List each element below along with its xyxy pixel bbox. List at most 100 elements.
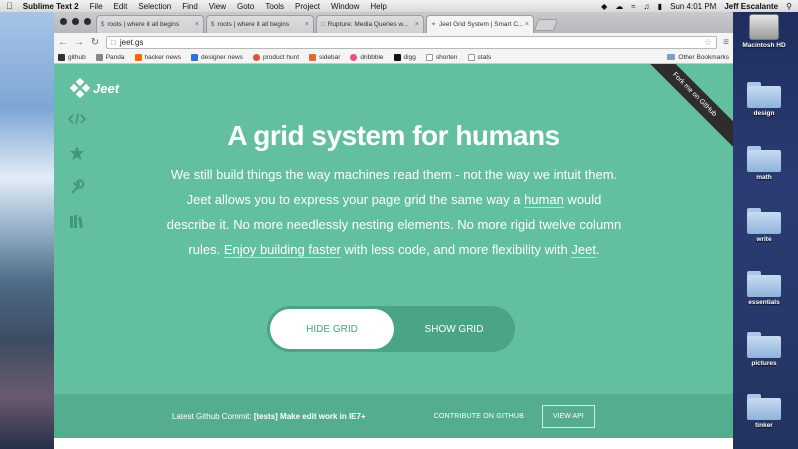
menu-help[interactable]: Help bbox=[370, 2, 386, 11]
menu-selection[interactable]: Selection bbox=[138, 2, 171, 11]
new-tab-button[interactable] bbox=[533, 19, 559, 31]
bookmark-sidebar[interactable]: sidebar bbox=[309, 53, 340, 61]
folder-icon bbox=[747, 146, 781, 172]
roots-favicon-icon: $ bbox=[211, 21, 215, 28]
forward-arrow-icon[interactable]: → bbox=[74, 37, 84, 48]
minimize-window-button[interactable] bbox=[72, 18, 79, 25]
panda-icon bbox=[95, 53, 103, 61]
desktop-icon-pictures[interactable]: pictures bbox=[730, 332, 798, 367]
folder-icon bbox=[747, 271, 781, 297]
bookmark-hacker-news[interactable]: hacker news bbox=[134, 53, 181, 61]
latest-commit: Latest Github Commit: [tests] Make edit … bbox=[172, 412, 366, 421]
view-api-button[interactable]: VIEW API bbox=[541, 404, 595, 428]
show-grid-button[interactable]: SHOW GRID bbox=[399, 309, 509, 349]
jeet-link[interactable]: Jeet bbox=[571, 242, 596, 258]
battery-icon[interactable]: ▮ bbox=[658, 2, 662, 11]
menubar-user[interactable]: Jeff Escalante bbox=[724, 2, 778, 11]
bookmark-label: product hunt bbox=[262, 53, 300, 61]
tab-strip: $ roots | where it all begins × $ roots … bbox=[96, 15, 559, 33]
browser-toolbar: ← → ↻ □ jeet.gs ☆ ≡ bbox=[54, 33, 733, 51]
desktop-icon-label: write bbox=[756, 236, 772, 243]
desktop-icon-write[interactable]: write bbox=[730, 208, 798, 243]
desktop-icon-math[interactable]: math bbox=[730, 146, 798, 181]
hacker-news-icon bbox=[134, 53, 142, 61]
books-icon[interactable] bbox=[68, 212, 86, 230]
wifi-icon[interactable]: ≈ bbox=[631, 2, 635, 11]
menu-file[interactable]: File bbox=[90, 2, 103, 11]
folder-icon bbox=[747, 332, 781, 358]
menu-goto[interactable]: Goto bbox=[237, 2, 254, 11]
hide-grid-button[interactable]: HIDE GRID bbox=[270, 309, 394, 349]
desktop-icon-macintosh-hd[interactable]: Macintosh HD bbox=[730, 14, 798, 49]
bookmark-panda[interactable]: Panda bbox=[95, 53, 125, 61]
tab-roots-2[interactable]: $ roots | where it all begins × bbox=[206, 15, 314, 33]
desktop-icon-tinker[interactable]: tinker bbox=[730, 394, 798, 429]
other-bookmarks-folder[interactable]: Other Bookmarks bbox=[667, 54, 729, 61]
bookmark-label: github bbox=[68, 53, 86, 61]
bookmark-shorten[interactable]: shorten bbox=[425, 53, 458, 61]
tab-roots-1[interactable]: $ roots | where it all begins × bbox=[96, 15, 204, 33]
bookmark-dribbble[interactable]: dribbble bbox=[350, 53, 384, 61]
menubar-status-area: ◆ ☁ ≈ ♫ ▮ Sun 4:01 PM Jeff Escalante ⚲ bbox=[601, 2, 792, 11]
bookmark-digg[interactable]: digg bbox=[393, 53, 416, 61]
github-icon bbox=[58, 53, 65, 61]
menubar-clock[interactable]: Sun 4:01 PM bbox=[670, 2, 716, 11]
page-headline: A grid system for humans bbox=[227, 120, 560, 151]
bookmark-star-icon[interactable]: ☆ bbox=[704, 37, 712, 48]
bookmark-stats[interactable]: stats bbox=[467, 53, 491, 61]
menu-project[interactable]: Project bbox=[295, 2, 320, 11]
tab-jeet[interactable]: ✦ Jeet Grid System | Smart C... × bbox=[426, 15, 534, 33]
bookmark-github[interactable]: github bbox=[58, 53, 86, 61]
page-icon: □ bbox=[111, 37, 116, 47]
tab-title: Jeet Grid System | Smart C... bbox=[439, 21, 524, 28]
zoom-window-button[interactable] bbox=[84, 18, 91, 25]
desktop-icon-label: essentials bbox=[748, 299, 780, 306]
desktop-icon-essentials[interactable]: essentials bbox=[730, 271, 798, 306]
lead-paragraph: We still build things the way machines r… bbox=[164, 162, 624, 262]
tab-close-icon[interactable]: × bbox=[195, 21, 199, 28]
product-hunt-icon bbox=[252, 53, 260, 61]
reload-icon[interactable]: ↻ bbox=[90, 37, 100, 48]
hard-drive-icon bbox=[749, 14, 779, 40]
tab-close-icon[interactable]: × bbox=[415, 21, 419, 28]
enjoy-building-faster-link[interactable]: Enjoy building faster bbox=[223, 242, 341, 258]
tab-rupture[interactable]: □ Rupture: Media Queries w... × bbox=[316, 15, 424, 33]
tab-close-icon[interactable]: × bbox=[525, 21, 529, 28]
jeet-logo-text: Jeet bbox=[93, 80, 120, 96]
cloud-icon[interactable]: ☁ bbox=[615, 2, 623, 11]
address-bar[interactable]: □ jeet.gs ☆ bbox=[106, 35, 718, 49]
tab-close-icon[interactable]: × bbox=[305, 21, 309, 28]
dropbox-icon[interactable]: ◆ bbox=[601, 2, 607, 11]
mac-menubar:  Sublime Text 2 File Edit Selection Fin… bbox=[0, 0, 798, 12]
bookmark-label: designer news bbox=[201, 53, 243, 61]
volume-icon[interactable]: ♫ bbox=[644, 2, 650, 11]
jeet-logo-icon bbox=[70, 78, 90, 98]
menu-window[interactable]: Window bbox=[331, 2, 359, 11]
tab-title: Rupture: Media Queries w... bbox=[327, 21, 409, 28]
app-name-menu[interactable]: Sublime Text 2 bbox=[23, 2, 79, 11]
wallpaper-left-strip bbox=[0, 12, 54, 449]
apple-menu-icon[interactable]:  bbox=[6, 1, 13, 11]
human-link[interactable]: human bbox=[524, 192, 564, 208]
dribbble-icon bbox=[350, 53, 358, 61]
menu-find[interactable]: Find bbox=[182, 2, 198, 11]
chrome-menu-icon[interactable]: ≡ bbox=[723, 37, 729, 48]
folder-icon bbox=[747, 82, 781, 108]
menu-tools[interactable]: Tools bbox=[265, 2, 284, 11]
tab-bar: $ roots | where it all begins × $ roots … bbox=[54, 12, 733, 33]
bookmark-designer-news[interactable]: designer news bbox=[191, 53, 243, 61]
commit-message-link[interactable]: [tests] Make edit work in IE7+ bbox=[254, 412, 366, 421]
menu-edit[interactable]: Edit bbox=[114, 2, 128, 11]
menu-view[interactable]: View bbox=[209, 2, 226, 11]
spotlight-icon[interactable]: ⚲ bbox=[786, 2, 792, 11]
desktop-icon-label: pictures bbox=[751, 360, 777, 367]
contribute-link[interactable]: CONTRIBUTE ON GITHUB bbox=[434, 413, 524, 420]
wrench-icon[interactable] bbox=[68, 178, 86, 196]
folder-icon bbox=[747, 208, 781, 234]
desktop-icon-design[interactable]: design bbox=[730, 82, 798, 117]
back-arrow-icon[interactable]: ← bbox=[58, 37, 68, 48]
bookmark-product-hunt[interactable]: product hunt bbox=[252, 53, 300, 61]
close-window-button[interactable] bbox=[60, 18, 67, 25]
jeet-logo[interactable]: Jeet bbox=[70, 78, 119, 98]
desktop-icon-label: tinker bbox=[755, 422, 773, 429]
